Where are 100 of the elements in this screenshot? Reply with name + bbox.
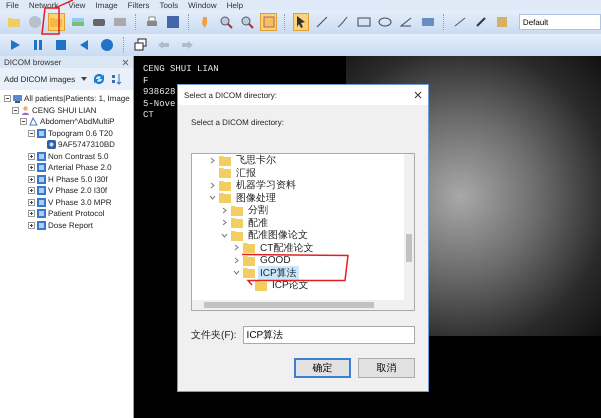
printer-icon xyxy=(144,15,159,29)
person-icon xyxy=(21,106,30,115)
record-button[interactable] xyxy=(98,36,116,54)
pointer-button[interactable] xyxy=(292,13,309,31)
pause-icon xyxy=(31,38,45,52)
overlay-text: CT xyxy=(143,110,154,122)
folder-icon xyxy=(231,217,243,228)
frame-icon xyxy=(262,15,276,29)
menu-item[interactable]: File xyxy=(6,0,19,10)
zoom-icon xyxy=(219,15,234,29)
menu-item[interactable]: View xyxy=(68,0,86,10)
folder-icon xyxy=(243,242,255,254)
menu-item[interactable]: Image xyxy=(95,0,118,10)
tree-item[interactable]: Arterial Phase 2.0 xyxy=(48,163,112,172)
study-icon xyxy=(29,117,38,126)
record-icon xyxy=(100,38,114,52)
folder-input[interactable]: ICP算法 xyxy=(242,326,415,344)
overlay-text: F xyxy=(143,76,148,87)
tree-item[interactable]: Abdomen^AbdMultiP xyxy=(40,117,114,126)
tree-item[interactable]: Non Contrast 5.0 xyxy=(48,152,108,161)
angle-icon xyxy=(399,15,414,29)
collapse-icon[interactable] xyxy=(4,95,11,102)
disc-button[interactable] xyxy=(27,13,44,31)
line-icon xyxy=(314,15,329,29)
expand-icon[interactable] xyxy=(28,198,35,206)
expand-icon[interactable] xyxy=(28,222,35,229)
collapse-icon[interactable] xyxy=(12,106,19,114)
tree-item[interactable]: 9AF5747310BD xyxy=(58,140,115,150)
preset-select[interactable]: Default xyxy=(518,14,601,30)
windows-icon xyxy=(134,38,148,52)
folder-item[interactable]: GOOD xyxy=(258,254,293,266)
expand-icon[interactable] xyxy=(28,176,35,183)
folder-icon xyxy=(219,167,231,178)
play-icon xyxy=(8,38,22,52)
tree-item[interactable]: V Phase 2.0 I30f xyxy=(48,186,108,196)
panel-title: DICOM browser xyxy=(4,58,62,66)
folder-item[interactable]: ICP算法 xyxy=(258,266,299,280)
folder-item[interactable]: 飞思卡尔 xyxy=(234,154,278,168)
folder-item[interactable]: 机器学习资料 xyxy=(234,178,298,192)
tree-item[interactable]: V Phase 3.0 MPR xyxy=(48,198,112,207)
expand-icon[interactable] xyxy=(28,164,35,172)
collapse-icon[interactable] xyxy=(20,118,27,126)
arrow-left-icon xyxy=(157,38,171,52)
menu-item[interactable]: Tools xyxy=(159,0,178,10)
line-icon xyxy=(452,15,467,29)
folder-icon xyxy=(49,15,64,29)
folder-icon xyxy=(219,180,231,191)
folder-item[interactable]: 配准 xyxy=(246,216,270,230)
menu-item[interactable]: Filters xyxy=(128,0,150,10)
tree-item[interactable]: Patient Protocol xyxy=(48,209,104,218)
pen-icon xyxy=(336,15,350,29)
chevron-right-icon xyxy=(208,182,216,189)
expand-icon[interactable] xyxy=(28,187,35,194)
series-icon xyxy=(37,128,46,138)
folder-icon xyxy=(219,154,231,166)
ok-button[interactable]: 确定 xyxy=(294,358,351,378)
folder-icon xyxy=(231,204,243,216)
close-icon xyxy=(414,91,422,99)
overlay-text: 5-Nove xyxy=(143,98,176,110)
arrow-right-icon xyxy=(180,38,194,52)
folder-icon xyxy=(243,267,255,278)
dialog-prompt: Select a DICOM directory: xyxy=(191,118,285,127)
pen-icon xyxy=(474,15,488,29)
folder-item[interactable]: 分割 xyxy=(246,203,270,218)
expand-icon[interactable] xyxy=(28,210,35,218)
landscape-icon xyxy=(70,15,85,29)
overlay-text: CENG SHUI LIAN xyxy=(143,64,219,76)
folder-icon xyxy=(243,254,255,266)
zoom-icon xyxy=(240,15,254,29)
tree-item[interactable]: H Phase 5.0 I30f xyxy=(48,174,108,184)
menu-item[interactable]: Help xyxy=(226,0,244,10)
folder-item[interactable]: 汇报 xyxy=(234,166,258,180)
folder-item[interactable]: 图像处理 xyxy=(234,190,278,205)
collapse-icon[interactable] xyxy=(28,130,35,137)
tree-item[interactable]: CENG SHUI LIAN xyxy=(32,106,96,115)
menu-item[interactable]: Window xyxy=(188,0,217,10)
chevron-down-icon xyxy=(208,194,216,202)
dialog-title: Select a DICOM directory: xyxy=(184,90,277,100)
tree-item[interactable]: Dose Report xyxy=(48,220,93,230)
folder-icon xyxy=(231,230,243,241)
folder-item[interactable]: CT配准论文 xyxy=(258,240,316,255)
tree-item[interactable]: All patients|Patients: 1, Image xyxy=(24,94,130,104)
rectangle-icon xyxy=(357,15,372,29)
field-label: 文件夹(F): xyxy=(191,328,237,342)
chevron-down-icon xyxy=(232,269,240,276)
caret-icon xyxy=(81,77,88,81)
tree-item[interactable]: Topogram 0.6 T20 xyxy=(48,128,113,138)
expand-icon[interactable] xyxy=(28,152,35,160)
disc-icon xyxy=(28,15,42,29)
frame-button[interactable] xyxy=(260,13,277,31)
cancel-button[interactable]: 取消 xyxy=(358,358,415,378)
overlay-text: 938628 xyxy=(143,87,176,98)
folder-button[interactable] xyxy=(48,13,65,31)
chevron-right-icon xyxy=(208,156,216,164)
folder-icon xyxy=(219,192,231,204)
image-icon xyxy=(47,140,56,150)
folder-item[interactable]: 配准图像论文 xyxy=(246,228,310,242)
ellipse-icon xyxy=(378,15,392,29)
folder-icon xyxy=(7,15,22,29)
computer-icon xyxy=(13,94,22,104)
